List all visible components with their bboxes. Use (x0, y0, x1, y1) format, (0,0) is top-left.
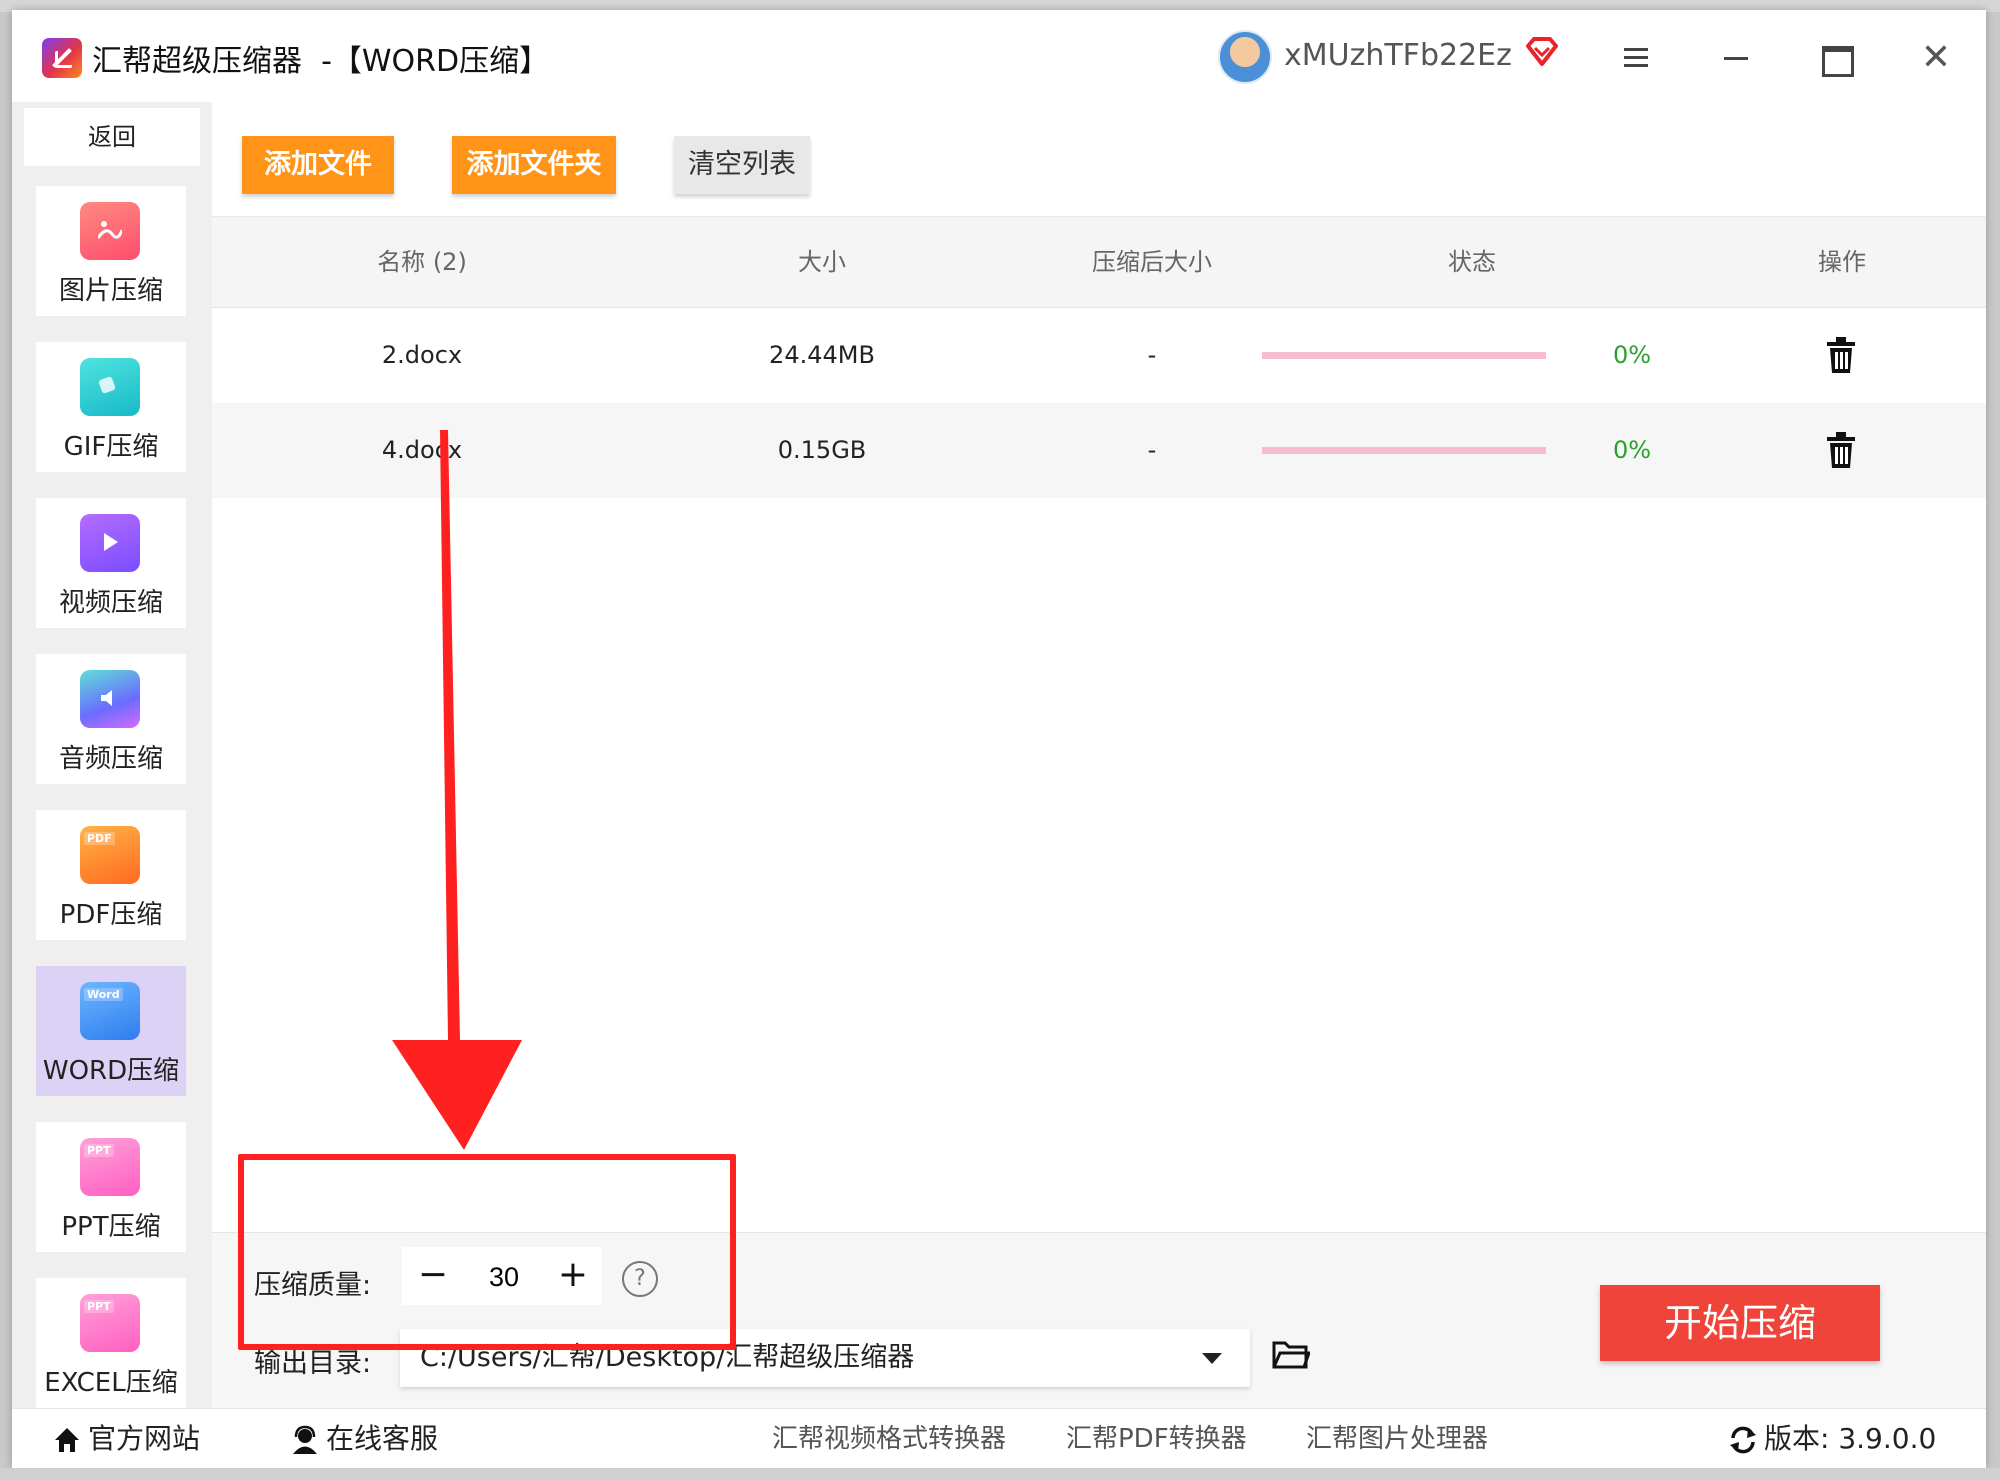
image-compress-icon (80, 202, 140, 260)
open-folder-icon[interactable] (1272, 1339, 1310, 1371)
excel-compress-icon: PPT (80, 1294, 140, 1352)
sidebar-item-label: PPT压缩 (61, 1212, 161, 1242)
file-size: 24.44MB (769, 341, 875, 369)
file-table-header: 名称 (2) 大小 压缩后大小 状态 操作 (212, 216, 1986, 308)
minimize-button[interactable] (1716, 38, 1756, 78)
add-file-button[interactable]: 添加文件 (242, 136, 394, 194)
annotation-arrow (392, 430, 522, 1150)
sidebar-item-gif[interactable]: GIF压缩 (36, 342, 186, 472)
column-name[interactable]: 名称 (2) (312, 217, 532, 307)
vip-diamond-icon[interactable] (1524, 36, 1560, 68)
sidebar-item-label: 音频压缩 (58, 744, 163, 774)
word-compress-icon: Word (80, 982, 140, 1040)
file-name: 2.docx (381, 341, 463, 369)
excel-tag: PPT (84, 1300, 114, 1313)
compressed-size: - (1147, 341, 1157, 369)
title-bar: 汇帮超级压缩器 -【WORD压缩】 xMUzhTFb22Ez ✕ (12, 10, 1986, 103)
ppt-tag: PPT (84, 1144, 114, 1157)
start-compress-button[interactable]: 开始压缩 (1600, 1285, 1880, 1361)
progress-bar (1262, 447, 1546, 454)
pdf-converter-link[interactable]: 汇帮PDF转换器 (1066, 1409, 1247, 1469)
pdf-tag: PDF (84, 832, 115, 845)
add-folder-button[interactable]: 添加文件夹 (452, 136, 616, 194)
online-support-label: 在线客服 (326, 1422, 439, 1455)
file-size: 0.15GB (777, 436, 867, 464)
video-compress-icon (80, 514, 140, 572)
official-website-label: 官方网站 (88, 1422, 201, 1455)
compressed-size: - (1147, 436, 1157, 464)
gif-compress-icon (80, 358, 140, 416)
word-tag: Word (84, 988, 123, 1001)
sidebar-item-label: EXCEL压缩 (44, 1368, 178, 1398)
sidebar-item-label: 视频压缩 (58, 588, 163, 618)
delete-icon[interactable] (1824, 336, 1858, 374)
column-compressed-size[interactable]: 压缩后大小 (1032, 217, 1272, 307)
sidebar-item-word[interactable]: Word WORD压缩 (36, 966, 186, 1096)
pdf-compress-icon: PDF (80, 826, 140, 884)
column-actions: 操作 (1818, 248, 1866, 276)
window-title: 汇帮超级压缩器 -【WORD压缩】 (92, 44, 550, 79)
sidebar-item-pdf[interactable]: PDF PDF压缩 (36, 810, 186, 940)
sidebar-item-label: GIF压缩 (63, 432, 159, 462)
sidebar-item-image[interactable]: 图片压缩 (36, 186, 186, 316)
footer: 官方网站 在线客服 汇帮视频格式转换器 汇帮PDF转换器 汇帮图片处理器 版本:… (12, 1408, 1986, 1469)
maximize-button[interactable] (1816, 38, 1856, 78)
video-converter-link[interactable]: 汇帮视频格式转换器 (772, 1409, 1006, 1469)
sidebar-item-label: WORD压缩 (42, 1056, 180, 1086)
image-processor-link[interactable]: 汇帮图片处理器 (1306, 1409, 1488, 1469)
delete-icon[interactable] (1824, 431, 1858, 469)
support-agent-icon (293, 1425, 317, 1454)
app-window: 汇帮超级压缩器 -【WORD压缩】 xMUzhTFb22Ez ✕ 返回 图片压缩… (12, 10, 1986, 1469)
background-window-strip-bottom (0, 1468, 2000, 1480)
refresh-icon (1730, 1426, 1756, 1454)
sidebar-item-label: 图片压缩 (58, 276, 163, 306)
annotation-highlight-box (238, 1154, 736, 1350)
sidebar-item-excel[interactable]: PPT EXCEL压缩 (36, 1278, 186, 1408)
sidebar: 返回 图片压缩 GIF压缩 视频压缩 音频压缩 PDF PDF压缩 Word W… (12, 102, 212, 1408)
online-support-link[interactable]: 在线客服 (290, 1409, 438, 1469)
sidebar-item-video[interactable]: 视频压缩 (36, 498, 186, 628)
sidebar-item-ppt[interactable]: PPT PPT压缩 (36, 1122, 186, 1252)
back-button[interactable]: 返回 (24, 108, 200, 166)
home-icon (55, 1428, 79, 1452)
username[interactable]: xMUzhTFb22Ez (1284, 38, 1512, 73)
official-website-link[interactable]: 官方网站 (52, 1409, 200, 1469)
progress-bar (1262, 352, 1546, 359)
close-button[interactable]: ✕ (1916, 38, 1956, 78)
version-info[interactable]: 版本: 3.9.0.0 (1728, 1409, 1936, 1469)
version-label: 版本: 3.9.0.0 (1764, 1422, 1937, 1455)
sidebar-item-audio[interactable]: 音频压缩 (36, 654, 186, 784)
ppt-compress-icon: PPT (80, 1138, 140, 1196)
chevron-down-icon (1202, 1353, 1222, 1364)
clear-list-button[interactable]: 清空列表 (674, 136, 810, 194)
progress-percent: 0% (1612, 341, 1652, 369)
column-status[interactable]: 状态 (1382, 217, 1562, 307)
audio-compress-icon (80, 670, 140, 728)
menu-button[interactable] (1616, 38, 1656, 78)
app-logo-icon (42, 38, 82, 78)
column-size[interactable]: 大小 (732, 217, 912, 307)
progress-percent: 0% (1612, 436, 1652, 464)
sidebar-item-label: PDF压缩 (59, 900, 163, 930)
user-avatar[interactable] (1218, 30, 1272, 84)
table-row[interactable]: 2.docx 24.44MB - 0% (212, 308, 1986, 403)
